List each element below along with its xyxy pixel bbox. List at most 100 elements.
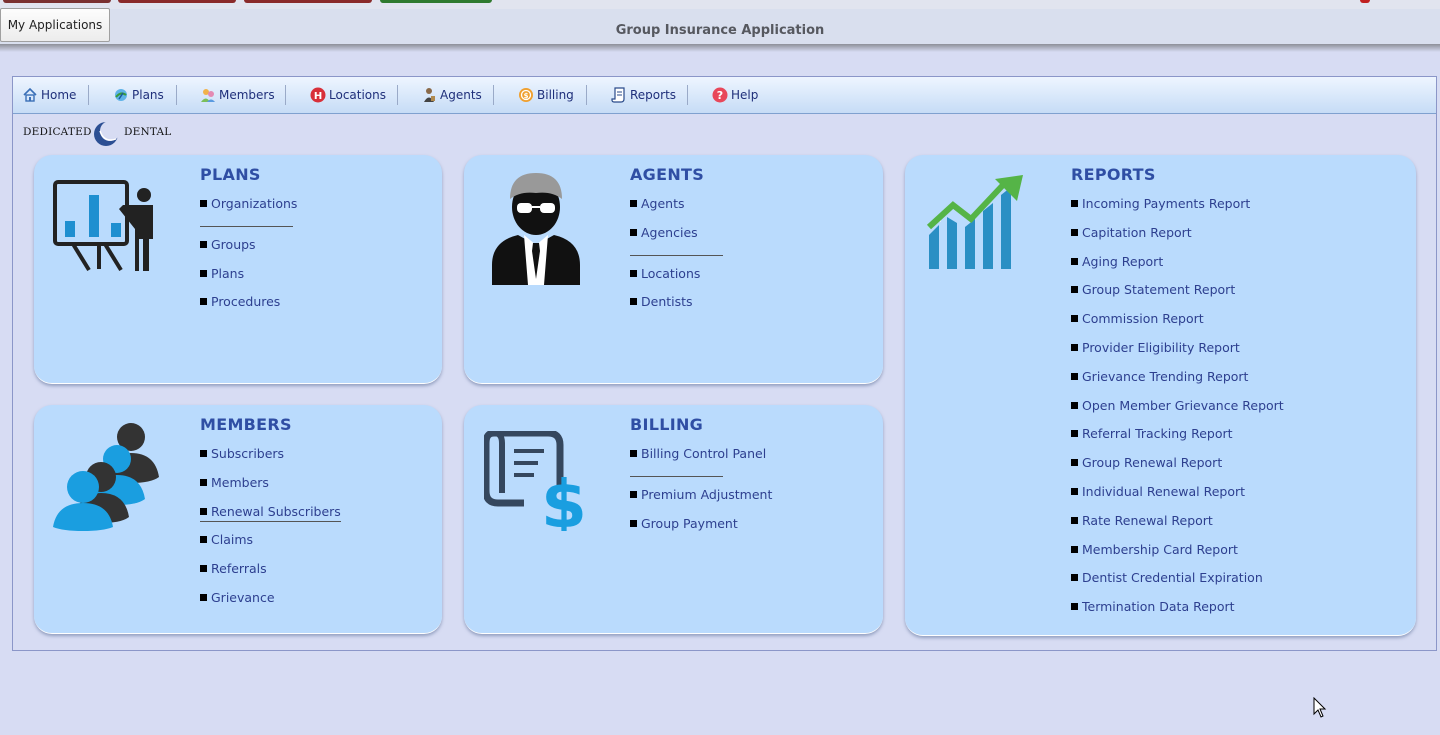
mouse-cursor-icon: [1313, 696, 1327, 722]
list-item: Referrals: [200, 561, 341, 590]
list-item: Rate Renewal Report: [1071, 513, 1284, 542]
app-tab-stub[interactable]: [244, 0, 372, 3]
procedures-link[interactable]: Procedures: [200, 294, 280, 309]
locations-link[interactable]: Locations: [630, 266, 700, 281]
billing-icon: $: [518, 87, 534, 103]
commission-report-link[interactable]: Commission Report: [1071, 311, 1204, 326]
aging-report-link[interactable]: Aging Report: [1071, 254, 1163, 269]
agents-link[interactable]: Agents: [630, 196, 685, 211]
billing-control-panel-link[interactable]: Billing Control Panel: [630, 446, 766, 461]
list-item: Subscribers: [200, 446, 341, 475]
locations-icon: H: [310, 87, 326, 103]
nav-locations[interactable]: H Locations: [310, 86, 386, 104]
nav-help[interactable]: ? Help: [712, 86, 758, 104]
list-item: Agents: [630, 196, 700, 225]
nav-billing[interactable]: $ Billing: [518, 86, 574, 104]
plans-card: PLANS Organizations Groups Plans Procedu…: [34, 155, 442, 384]
nav-reports[interactable]: Reports: [611, 86, 676, 104]
reports-card: REPORTS Incoming Payments Report Capitat…: [905, 155, 1416, 636]
app-tab-stub[interactable]: [3, 0, 111, 3]
list-item: Group Payment: [630, 516, 772, 545]
nav-members[interactable]: Members: [200, 86, 275, 104]
grievance-trending-report-link[interactable]: Grievance Trending Report: [1071, 369, 1248, 384]
members-icon: [200, 87, 216, 103]
svg-text:H: H: [314, 91, 322, 102]
billing-heading: BILLING: [630, 415, 704, 434]
logo-moon-icon: [94, 121, 120, 146]
premium-adjustment-link[interactable]: Premium Adjustment: [630, 487, 772, 502]
list-item: Open Member Grievance Report: [1071, 398, 1284, 427]
agents-icon: [421, 87, 437, 103]
group-statement-report-link[interactable]: Group Statement Report: [1071, 282, 1235, 297]
list-item: Premium Adjustment: [630, 487, 772, 516]
dentist-credential-expiration-link[interactable]: Dentist Credential Expiration: [1071, 570, 1263, 585]
list-item: Provider Eligibility Report: [1071, 340, 1284, 369]
termination-data-report-link[interactable]: Termination Data Report: [1071, 599, 1235, 614]
incoming-payments-report-link[interactable]: Incoming Payments Report: [1071, 196, 1250, 211]
logo-text-left: DEDICATED: [23, 126, 92, 138]
list-item: Commission Report: [1071, 311, 1284, 340]
nav-locations-label: Locations: [329, 88, 387, 102]
rate-renewal-report-link[interactable]: Rate Renewal Report: [1071, 513, 1213, 528]
invoice-dollar-icon: $: [482, 429, 594, 543]
individual-renewal-report-link[interactable]: Individual Renewal Report: [1071, 484, 1245, 499]
groups-link[interactable]: Groups: [200, 237, 256, 252]
app-tab-stub[interactable]: [118, 0, 236, 3]
organizations-link[interactable]: Organizations: [200, 196, 297, 211]
list-item: Renewal Subscribers: [200, 503, 341, 533]
open-member-grievance-report-link[interactable]: Open Member Grievance Report: [1071, 398, 1284, 413]
list-item: Grievance Trending Report: [1071, 369, 1284, 398]
nav-billing-label: Billing: [537, 88, 574, 102]
members-card: MEMBERS Subscribers Members Renewal Subs…: [34, 405, 442, 634]
grievance-link[interactable]: Grievance: [200, 590, 275, 605]
divider: [630, 254, 724, 266]
membership-card-report-link[interactable]: Membership Card Report: [1071, 542, 1238, 557]
subscribers-link[interactable]: Subscribers: [200, 446, 284, 461]
nav-divider: [88, 85, 89, 105]
svg-text:$: $: [524, 92, 529, 100]
list-item: Agencies: [630, 225, 700, 254]
nav-home-label: Home: [41, 88, 77, 102]
nav-bar: Home Plans Members H Locations Agents $ …: [13, 77, 1436, 114]
renewal-subscribers-link[interactable]: Renewal Subscribers: [200, 503, 341, 522]
top-strip: [0, 0, 1440, 9]
members-links: Subscribers Members Renewal Subscribers …: [200, 446, 341, 619]
claims-link[interactable]: Claims: [200, 532, 253, 547]
list-item: Capitation Report: [1071, 225, 1284, 254]
list-item: Termination Data Report: [1071, 599, 1284, 628]
list-item: Individual Renewal Report: [1071, 484, 1284, 513]
capitation-report-link[interactable]: Capitation Report: [1071, 225, 1192, 240]
billing-card: $ BILLING Billing Control Panel Premium …: [464, 405, 883, 634]
app-tab-stub[interactable]: [380, 0, 492, 3]
plans-link[interactable]: Plans: [200, 266, 244, 281]
nav-plans[interactable]: Plans: [113, 86, 164, 104]
members-link[interactable]: Members: [200, 475, 269, 490]
members-heading: MEMBERS: [200, 415, 292, 434]
list-item: Plans: [200, 266, 297, 295]
nav-agents-label: Agents: [440, 88, 482, 102]
nav-divider: [285, 85, 286, 105]
nav-divider: [687, 85, 688, 105]
dentists-link[interactable]: Dentists: [630, 294, 693, 309]
nav-home[interactable]: Home: [22, 86, 76, 104]
plans-icon: [113, 87, 129, 103]
billing-links: Billing Control Panel Premium Adjustment…: [630, 446, 772, 544]
group-payment-link[interactable]: Group Payment: [630, 516, 738, 531]
reports-icon: [611, 87, 627, 103]
plans-links: Organizations Groups Plans Procedures: [200, 196, 297, 323]
referral-tracking-report-link[interactable]: Referral Tracking Report: [1071, 426, 1233, 441]
list-item: Organizations: [200, 196, 297, 225]
list-item: Members: [200, 475, 341, 504]
reports-links: Incoming Payments Report Capitation Repo…: [1071, 196, 1284, 628]
list-item: Groups: [200, 237, 297, 266]
referrals-link[interactable]: Referrals: [200, 561, 267, 576]
divider: [200, 225, 297, 237]
nav-divider: [586, 85, 587, 105]
agencies-link[interactable]: Agencies: [630, 225, 698, 240]
notification-dot[interactable]: [1360, 0, 1370, 3]
list-item: Aging Report: [1071, 254, 1284, 283]
group-renewal-report-link[interactable]: Group Renewal Report: [1071, 455, 1222, 470]
nav-agents[interactable]: Agents: [421, 86, 482, 104]
provider-eligibility-report-link[interactable]: Provider Eligibility Report: [1071, 340, 1240, 355]
list-item: Membership Card Report: [1071, 542, 1284, 571]
